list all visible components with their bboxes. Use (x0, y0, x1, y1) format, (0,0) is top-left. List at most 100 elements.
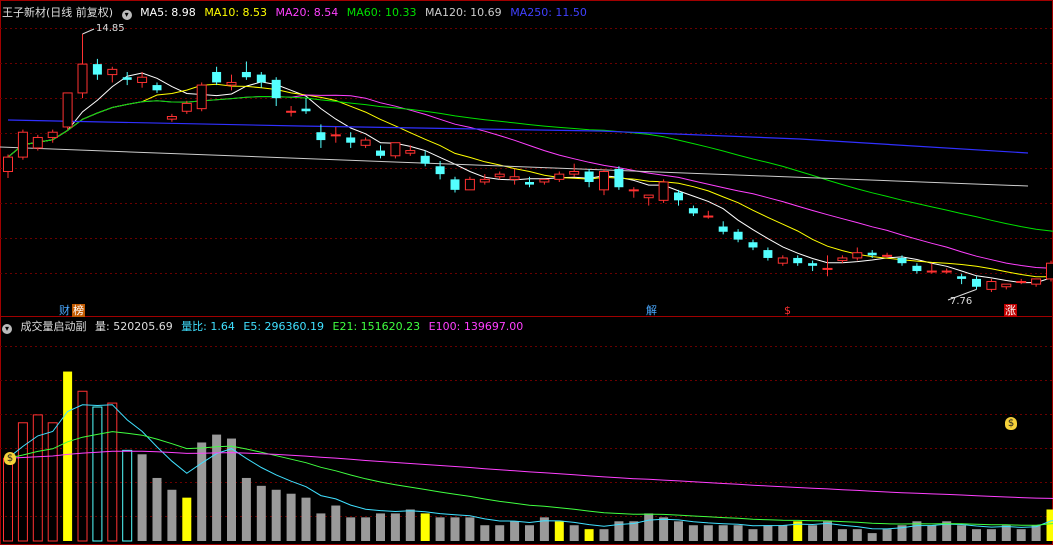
candle-body (390, 142, 401, 157)
volume-bar (420, 513, 430, 541)
ma120-label: MA120: 10.69 (424, 6, 502, 19)
stock-title[interactable]: 王子新材(日线 前复权) (2, 6, 113, 19)
moneybag-icon[interactable]: $ (1005, 417, 1017, 430)
candle-body (226, 81, 237, 86)
volume-bar (346, 517, 356, 541)
volume-bar (837, 529, 847, 541)
candle-body (688, 208, 698, 214)
candle-body (509, 176, 520, 180)
candle-body (897, 257, 907, 264)
candle-body (658, 181, 669, 201)
candle-body (301, 108, 311, 112)
volume-bar (212, 434, 222, 541)
candle-body (316, 132, 326, 141)
candle-body (494, 173, 505, 178)
chart-frame (0, 0, 1053, 545)
volume-bar (271, 489, 281, 541)
candle-body (793, 257, 803, 264)
volume-bar (867, 533, 877, 541)
candle-body (972, 278, 981, 287)
high-pointer (82, 28, 95, 35)
volume-bar (197, 442, 207, 541)
volume-bar (92, 406, 103, 542)
volume-bar (376, 513, 385, 541)
volume-indicator-name[interactable]: 成交量启动副 (21, 320, 87, 333)
volume-label: 量: 520205.69 (95, 320, 173, 333)
candle-body (599, 171, 609, 191)
candle-body (196, 84, 207, 110)
candle-body (77, 63, 88, 94)
volume-bar (972, 529, 981, 541)
e21-label: E21: 151620.23 (332, 320, 421, 333)
candle-body (137, 76, 148, 83)
volume-bar (808, 525, 818, 541)
candle-body (703, 215, 714, 218)
candle-body (464, 178, 475, 191)
volume-bar (718, 525, 728, 541)
ma5-line (7, 72, 1053, 284)
candle-body (376, 150, 385, 156)
volume-bar (688, 525, 698, 541)
high-price-label: 14.85 (96, 23, 125, 34)
e5-line (7, 404, 1053, 530)
candle-body (628, 189, 639, 192)
volume-bar (182, 497, 192, 541)
volume-bar (733, 525, 743, 541)
ma20-line (7, 94, 1053, 269)
candle-body (525, 181, 534, 185)
ma5-label: MA5: 8.98 (140, 6, 196, 19)
candle-body (241, 71, 251, 78)
candle-body (330, 134, 341, 137)
volume-bar (286, 493, 296, 541)
candle-body (420, 155, 430, 164)
ma10-label: MA10: 8.53 (204, 6, 268, 19)
volume-bar (852, 529, 862, 541)
volume-bar (629, 521, 639, 541)
volume-bar (1001, 525, 1011, 541)
candle-body (912, 265, 922, 272)
candle-body (166, 116, 177, 120)
ranking-tag[interactable]: 榜 (72, 304, 85, 317)
volume-bar (137, 454, 147, 541)
candle-body (643, 194, 654, 199)
candle-body (32, 136, 43, 149)
volume-bar (1046, 509, 1053, 541)
volume-bar (256, 485, 266, 541)
volume-bar (986, 529, 996, 541)
volume-bar (227, 438, 236, 541)
moneybag-icon[interactable]: $ (4, 452, 16, 465)
volume-bar (361, 517, 371, 541)
volume-bar (77, 390, 88, 542)
volume-bar (674, 521, 683, 541)
candle-body (808, 263, 818, 266)
volume-bar (47, 422, 58, 542)
volume-bar (703, 525, 713, 541)
volume-bar (957, 525, 967, 541)
chevron-down-icon[interactable]: ▾ (121, 10, 132, 20)
finance-report-tag[interactable]: 财 (58, 304, 71, 317)
candle-body (1046, 262, 1053, 280)
share-unlock-tag[interactable]: 解 (645, 304, 658, 317)
candle-body (181, 102, 192, 112)
volume-bar (569, 525, 579, 541)
volume-bar (1016, 529, 1026, 541)
chevron-down-icon[interactable]: ▾ (2, 324, 12, 334)
candle-body (17, 131, 28, 158)
candle-body (1031, 278, 1042, 285)
stock-chart-canvas[interactable] (0, 0, 1053, 545)
e5-label: E5: 296360.19 (243, 320, 325, 333)
volume-bar (152, 477, 162, 541)
limit-up-tag[interactable]: 涨 (1004, 304, 1017, 317)
ma60-line (7, 95, 1053, 232)
volume-bar (927, 525, 937, 541)
dollar-tag[interactable]: $ (783, 304, 792, 317)
volume-bar (450, 517, 460, 541)
candle-body (286, 110, 297, 113)
volume-bar (778, 525, 788, 541)
price-header: 王子新材(日线 前复权) ▾ MA5: 8.98 MA10: 8.53 MA20… (2, 5, 592, 21)
candle-body (539, 178, 550, 183)
volume-bar (510, 521, 520, 541)
volume-bar (301, 497, 311, 541)
candle-body (450, 179, 460, 190)
candle-body (569, 171, 580, 175)
